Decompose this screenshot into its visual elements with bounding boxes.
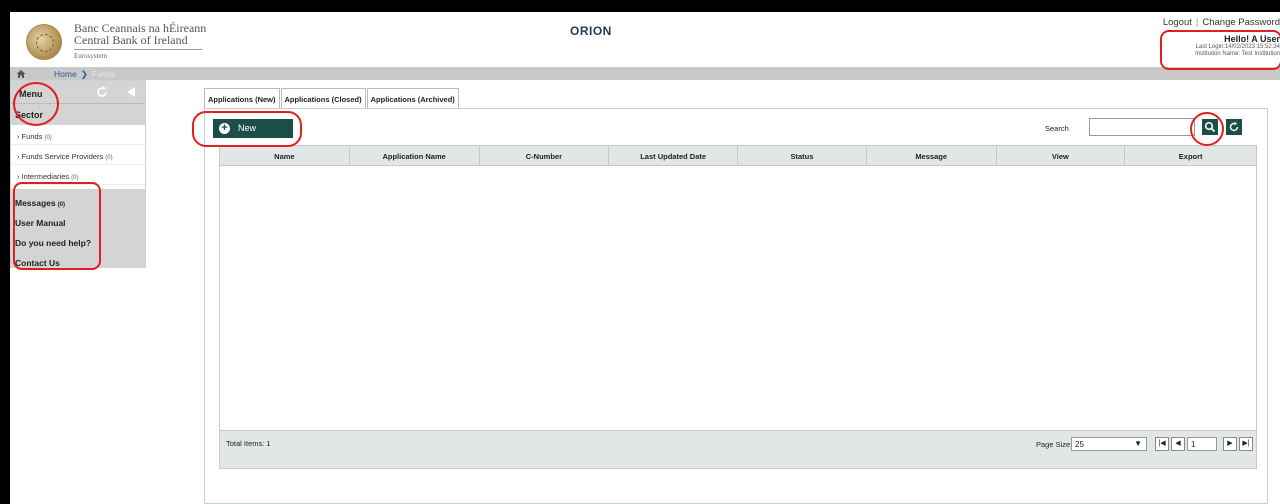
tab-applications-archived[interactable]: Applications (Archived) bbox=[366, 88, 459, 108]
search-input[interactable] bbox=[1089, 118, 1195, 136]
app-window: Banc Ceannais na hÉireann Central Bank o… bbox=[10, 12, 1280, 504]
sidebar-item-count: (0) bbox=[71, 175, 79, 181]
collapse-icon[interactable] bbox=[125, 86, 137, 98]
link-separator: | bbox=[1195, 17, 1199, 28]
last-page-icon[interactable]: ▶| bbox=[1239, 437, 1253, 451]
column-header-application-name[interactable]: Application Name bbox=[350, 146, 480, 166]
logo-eurosystem: Eurosystem bbox=[74, 52, 108, 60]
annotation-new-button bbox=[192, 111, 302, 147]
annotation-menu-sector bbox=[13, 82, 59, 126]
column-header-export[interactable]: Export bbox=[1125, 146, 1256, 166]
logout-link[interactable]: Logout bbox=[1163, 17, 1192, 28]
bank-logo-text: Banc Ceannais na hÉireann Central Bank o… bbox=[74, 22, 206, 60]
change-password-link[interactable]: Change Password bbox=[1202, 17, 1280, 28]
chevron-down-icon: ▼ bbox=[1134, 439, 1142, 448]
total-items: Total Items: 1 bbox=[226, 439, 271, 448]
sidebar-item-label: Funds Service Providers bbox=[21, 152, 104, 161]
refresh-icon[interactable] bbox=[95, 85, 109, 99]
top-links: Logout | Change Password bbox=[1163, 17, 1280, 28]
logo-line-english: Central Bank of Ireland bbox=[74, 33, 188, 47]
header: Banc Ceannais na hÉireann Central Bank o… bbox=[10, 12, 1280, 68]
column-header-status[interactable]: Status bbox=[738, 146, 867, 166]
grid-header-row: Name Application Name C-Number Last Upda… bbox=[220, 146, 1256, 166]
breadcrumb-current: Funds bbox=[91, 69, 116, 79]
bank-seal-logo bbox=[26, 24, 62, 60]
applications-grid: Name Application Name C-Number Last Upda… bbox=[219, 145, 1257, 469]
reset-icon bbox=[1229, 121, 1239, 132]
main-panel: + New Search Name Application Name C-Num… bbox=[204, 108, 1268, 504]
tab-applications-closed[interactable]: Applications (Closed) bbox=[280, 88, 366, 108]
column-header-last-updated-date[interactable]: Last Updated Date bbox=[609, 146, 739, 166]
reset-search-button[interactable] bbox=[1226, 119, 1242, 135]
breadcrumb-home[interactable]: Home bbox=[54, 69, 77, 79]
search-label: Search bbox=[1045, 124, 1069, 133]
sidebar-item-label: Funds bbox=[21, 132, 43, 141]
page-size-label: Page Size: bbox=[1036, 440, 1073, 449]
sidebar-item-funds[interactable]: › Funds (0) bbox=[11, 125, 145, 145]
prev-page-icon[interactable]: ◀ bbox=[1171, 437, 1185, 451]
sidebar-item-funds-service-providers[interactable]: › Funds Service Providers (0) bbox=[11, 145, 145, 165]
home-icon[interactable] bbox=[16, 69, 26, 79]
tab-applications-new[interactable]: Applications (New) bbox=[204, 88, 280, 108]
column-header-message[interactable]: Message bbox=[867, 146, 997, 166]
annotation-search-button bbox=[1190, 112, 1224, 146]
app-title: ORION bbox=[570, 24, 612, 38]
page-number-input[interactable]: 1 bbox=[1187, 437, 1217, 451]
annotation-user-info bbox=[1160, 30, 1280, 70]
sidebar-item-count: (0) bbox=[44, 135, 52, 141]
page-size-select[interactable]: 25 ▼ bbox=[1071, 437, 1147, 451]
sidebar-item-count: (0) bbox=[105, 155, 113, 161]
first-page-icon[interactable]: |◀ bbox=[1155, 437, 1169, 451]
breadcrumb: Home ❯ Funds bbox=[54, 69, 115, 80]
column-header-view[interactable]: View bbox=[997, 146, 1126, 166]
column-header-name[interactable]: Name bbox=[220, 146, 350, 166]
next-page-icon[interactable]: ▶ bbox=[1223, 437, 1237, 451]
grid-footer: Total Items: 1 Page Size: 25 ▼ |◀ ◀ 1 ▶ … bbox=[220, 430, 1256, 468]
sidebar-item-label: Intermediaries bbox=[21, 172, 70, 181]
page-size-value: 25 bbox=[1075, 440, 1084, 449]
annotation-lower-menu bbox=[13, 182, 101, 270]
logo-divider bbox=[74, 49, 202, 50]
breadcrumb-bar: Home ❯ Funds bbox=[10, 68, 1280, 80]
breadcrumb-chevron-icon: ❯ bbox=[80, 69, 88, 79]
application-tabs: Applications (New) Applications (Closed)… bbox=[204, 88, 460, 108]
column-header-c-number[interactable]: C-Number bbox=[480, 146, 610, 166]
